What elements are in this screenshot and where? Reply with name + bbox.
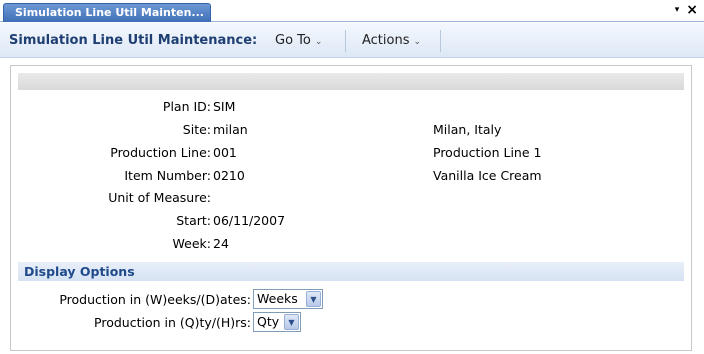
chevron-down-icon[interactable]: ▼ [284, 314, 299, 330]
production-line-label: Production Line: [110, 145, 211, 160]
site-value: milan [213, 122, 248, 137]
start-label: Start: [176, 213, 211, 228]
plan-id-label: Plan ID: [162, 99, 211, 114]
plan-id-value: SIM [213, 99, 236, 114]
unit-of-measure-label: Unit of Measure: [108, 190, 211, 205]
production-line-value: 001 [213, 145, 237, 160]
production-line-description: Production Line 1 [433, 145, 542, 160]
start-value: 06/11/2007 [213, 213, 286, 228]
page-title: Simulation Line Util Maintenance: [9, 33, 258, 48]
goto-menu[interactable]: Go To ⌄ [275, 33, 322, 48]
panel-header-bar [18, 73, 684, 90]
display-options-header: Display Options [18, 262, 684, 281]
weeks-dates-label: Production in (W)eeks/(D)ates: [59, 292, 251, 307]
actions-menu[interactable]: Actions ⌄ [362, 33, 421, 48]
application-window: Simulation Line Util Mainten... ▾ × Simu… [0, 0, 704, 354]
toolbar-divider [440, 30, 441, 52]
chevron-down-icon[interactable]: ▼ [306, 291, 321, 307]
tab-strip: Simulation Line Util Mainten... ▾ × [0, 0, 704, 22]
week-label: Week: [172, 236, 211, 251]
weeks-dates-select[interactable]: Weeks ▼ [253, 289, 323, 309]
item-number-description: Vanilla Ice Cream [433, 168, 542, 183]
actions-menu-label: Actions [362, 33, 410, 48]
close-icon[interactable]: × [686, 3, 698, 17]
toolbar: Simulation Line Util Maintenance: Go To ⌄… [0, 23, 704, 58]
toolbar-divider [345, 30, 346, 52]
tab-title: Simulation Line Util Mainten... [15, 6, 204, 19]
chevron-down-icon: ⌄ [413, 37, 422, 47]
tab-menu-icon[interactable]: ▾ [675, 3, 680, 17]
tab-simulation-line-util[interactable]: Simulation Line Util Mainten... [3, 3, 211, 22]
qty-hrs-selected: Qty [257, 314, 280, 329]
weeks-dates-selected: Weeks [257, 291, 298, 306]
site-label: Site: [182, 122, 211, 137]
item-number-label: Item Number: [124, 168, 211, 183]
tab-controls: ▾ × [675, 3, 698, 17]
chevron-down-icon: ⌄ [314, 37, 323, 47]
qty-hrs-select[interactable]: Qty ▼ [253, 312, 301, 332]
site-description: Milan, Italy [433, 122, 502, 137]
item-number-value: 0210 [213, 168, 245, 183]
goto-menu-label: Go To [275, 33, 311, 48]
week-value: 24 [213, 236, 229, 251]
content-panel: Plan ID: SIM Site: milan Milan, Italy Pr… [10, 65, 692, 351]
qty-hrs-label: Production in (Q)ty/(H)rs: [94, 315, 251, 330]
